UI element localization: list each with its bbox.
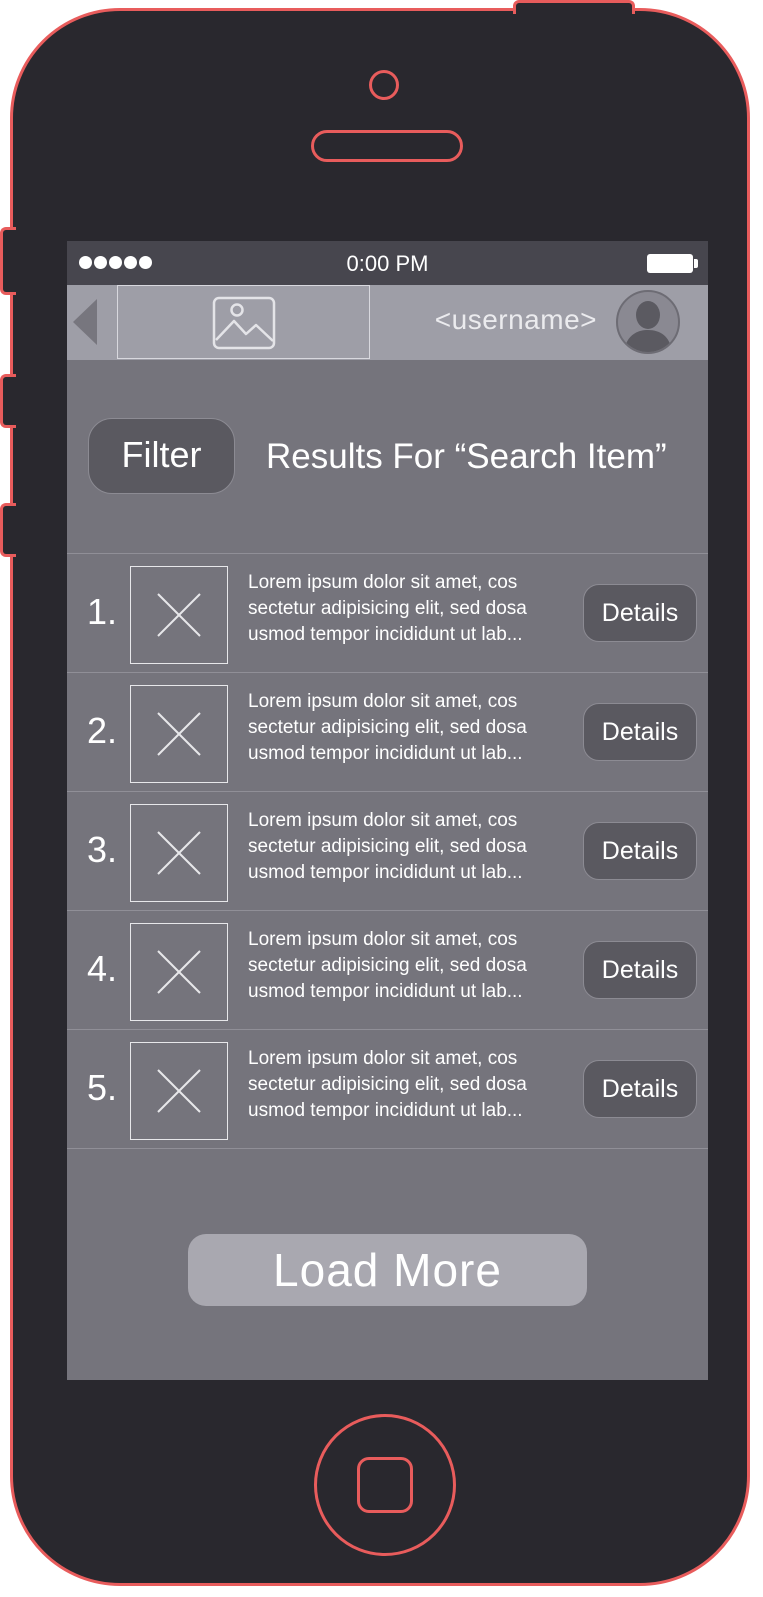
earpiece-speaker bbox=[311, 130, 463, 162]
username-label[interactable]: <username> bbox=[407, 304, 597, 336]
volume-up-button bbox=[0, 374, 16, 428]
image-placeholder-x-icon[interactable] bbox=[130, 566, 228, 664]
power-button bbox=[513, 0, 635, 14]
item-number: 2. bbox=[87, 710, 118, 751]
item-description: Lorem ipsum dolor sit amet, cos sectetur… bbox=[248, 691, 527, 764]
image-placeholder-x-icon[interactable] bbox=[130, 1042, 228, 1140]
home-button-square-icon bbox=[357, 1457, 413, 1513]
image-placeholder-icon bbox=[212, 296, 276, 350]
item-number: 5. bbox=[87, 1067, 118, 1108]
results-list: 1. Lorem ipsum dolor sit amet, cos secte… bbox=[67, 553, 708, 1149]
details-button[interactable]: Details bbox=[583, 1060, 697, 1118]
battery-icon bbox=[647, 254, 698, 273]
details-button[interactable]: Details bbox=[583, 941, 697, 999]
nav-bar: <username> bbox=[67, 285, 708, 360]
image-placeholder-x-icon[interactable] bbox=[130, 923, 228, 1021]
image-placeholder-x-icon[interactable] bbox=[130, 804, 228, 902]
item-number: 3. bbox=[87, 829, 118, 870]
item-description: Lorem ipsum dolor sit amet, cos sectetur… bbox=[248, 572, 527, 645]
front-camera bbox=[369, 70, 399, 100]
filter-button[interactable]: Filter bbox=[88, 418, 235, 494]
list-item[interactable]: 4. Lorem ipsum dolor sit amet, cos secte… bbox=[67, 910, 708, 1029]
details-button[interactable]: Details bbox=[583, 584, 697, 642]
item-description: Lorem ipsum dolor sit amet, cos sectetur… bbox=[248, 810, 527, 883]
list-item[interactable]: 1. Lorem ipsum dolor sit amet, cos secte… bbox=[67, 553, 708, 672]
results-title: Results For “Search Item” bbox=[266, 437, 667, 476]
item-number: 1. bbox=[87, 591, 118, 632]
list-item[interactable]: 2. Lorem ipsum dolor sit amet, cos secte… bbox=[67, 672, 708, 791]
load-more-button[interactable]: Load More bbox=[188, 1234, 587, 1306]
logo-placeholder bbox=[117, 285, 370, 359]
list-item[interactable]: 3. Lorem ipsum dolor sit amet, cos secte… bbox=[67, 791, 708, 910]
mute-switch bbox=[0, 227, 16, 295]
details-button[interactable]: Details bbox=[583, 822, 697, 880]
status-time: 0:00 PM bbox=[346, 251, 429, 276]
back-arrow-icon[interactable] bbox=[73, 299, 97, 345]
item-description: Lorem ipsum dolor sit amet, cos sectetur… bbox=[248, 1048, 527, 1121]
list-item[interactable]: 5. Lorem ipsum dolor sit amet, cos secte… bbox=[67, 1029, 708, 1149]
image-placeholder-x-icon[interactable] bbox=[130, 685, 228, 783]
volume-down-button bbox=[0, 503, 16, 557]
status-bar: 0:00 PM bbox=[67, 241, 708, 285]
item-number: 4. bbox=[87, 948, 118, 989]
item-description: Lorem ipsum dolor sit amet, cos sectetur… bbox=[248, 929, 527, 1002]
user-avatar-icon[interactable] bbox=[616, 290, 680, 354]
details-button[interactable]: Details bbox=[583, 703, 697, 761]
app-screen: 0:00 PM <username> Filter Results For “S… bbox=[67, 241, 708, 1380]
